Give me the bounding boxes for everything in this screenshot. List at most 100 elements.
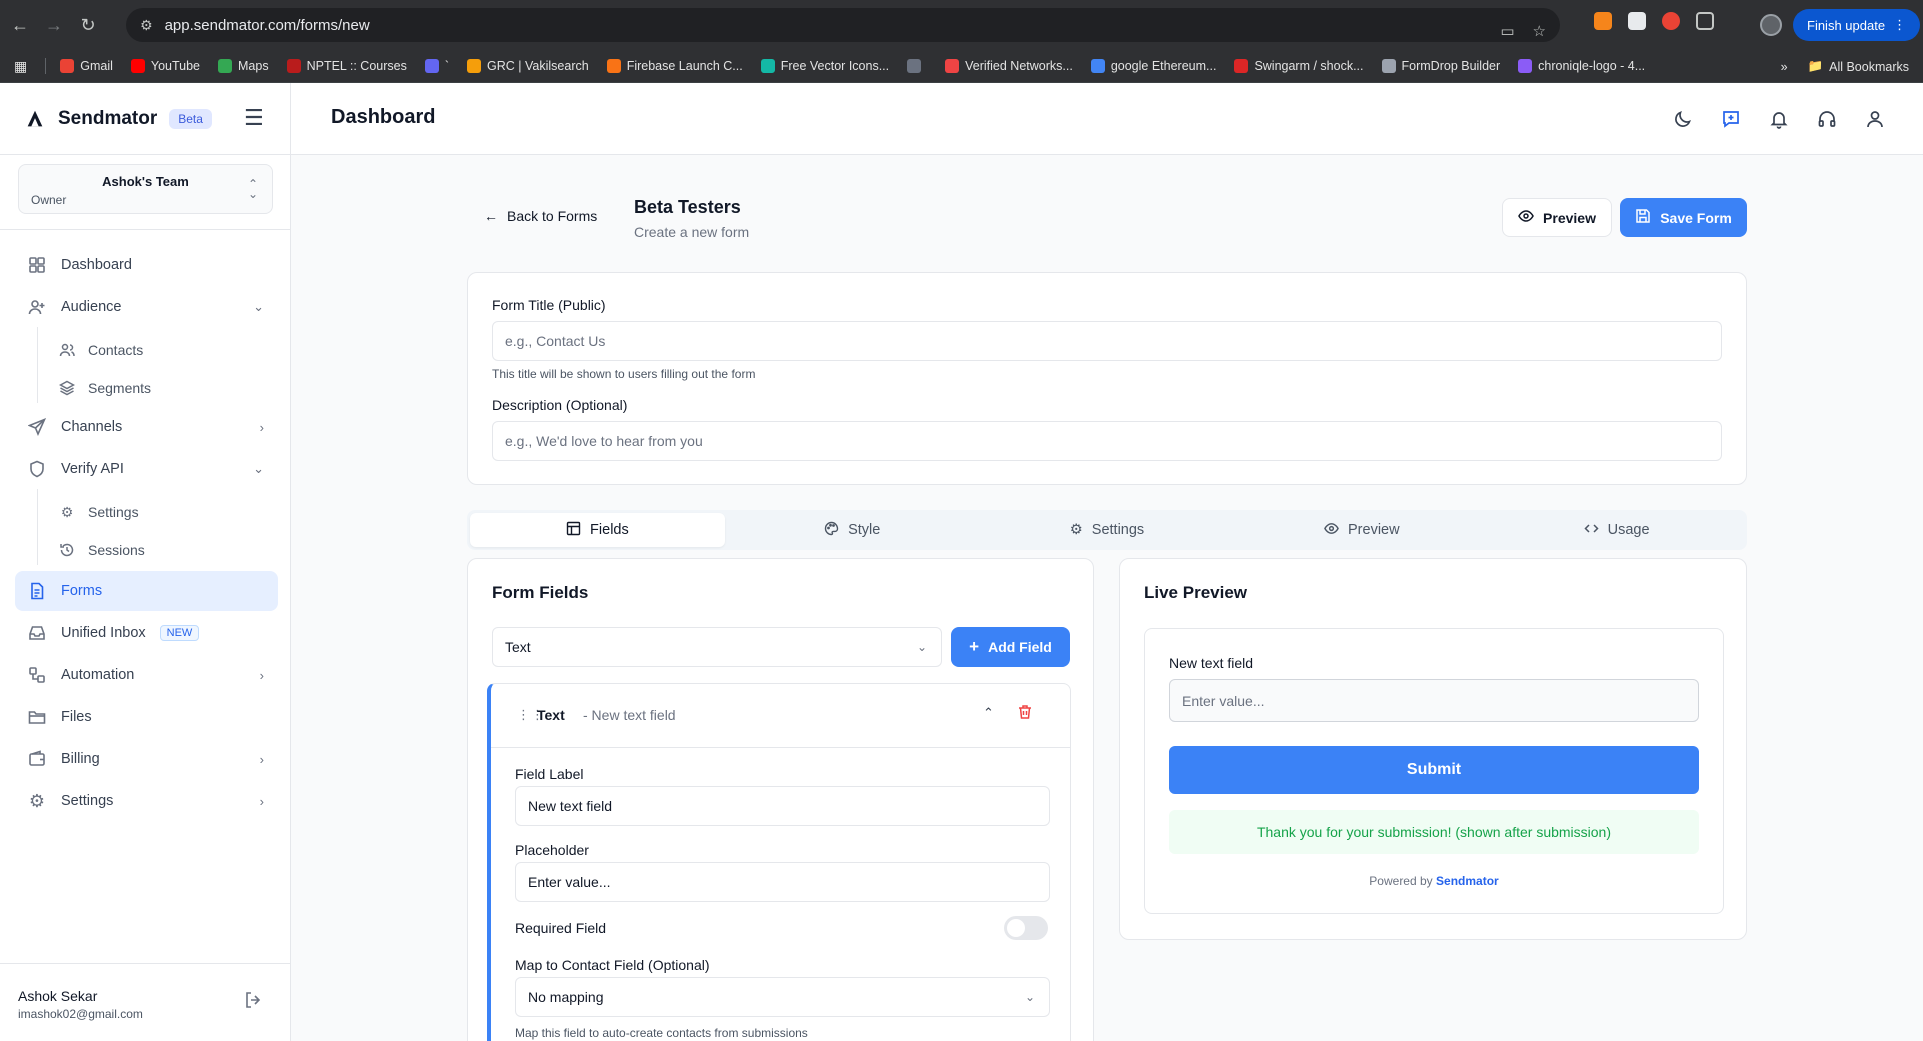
bookmark-item[interactable]: Verified Networks... [945,59,1073,73]
bookmark-favicon-icon [907,59,922,73]
install-app-icon[interactable]: ▭ [1500,22,1514,40]
bookmark-item[interactable]: google Ethereum... [1090,59,1216,73]
bookmark-item[interactable]: Free Vector Icons... [760,59,889,73]
bookmark-list: Gmail YouTube Maps NPTEL :: Courses ` GRC | V… [60,59,1663,73]
bookmark-item[interactable]: FormDrop Builder [1381,59,1500,73]
bookmark-favicon-icon [945,59,960,73]
puzzle-extensions-icon[interactable] [1696,12,1714,30]
team-name: Ashok's Team [102,174,189,189]
site-settings-icon[interactable]: ⚙ [140,17,153,34]
bell-icon[interactable] [1767,107,1791,131]
back-arrow-icon[interactable]: ← [6,11,34,39]
sidebar-item-api-settings[interactable]: ⚙ Settings [46,497,276,527]
sidebar-item-automation[interactable]: Automation › [15,657,278,693]
sidebar-item-label: Channels [61,419,123,435]
plus-icon: + [969,637,980,656]
tab-usage[interactable]: Usage [1489,513,1744,547]
form-fields-card: Form Fields Text ⌄ + Add Field ⋮⋮ Text -… [467,558,1094,1041]
profile-avatar[interactable] [1760,14,1782,36]
field-name-label: - New text field [583,707,676,723]
preview-field-input[interactable] [1169,679,1699,722]
tab-style[interactable]: Style [725,513,980,547]
logout-icon[interactable] [244,991,262,1012]
tab-preview[interactable]: Preview [1234,513,1489,547]
sidebar-item-dashboard[interactable]: Dashboard [15,247,278,283]
bookmark-item[interactable]: Swingarm / shock... [1234,59,1364,73]
send-icon [27,417,47,437]
headphones-icon[interactable] [1815,107,1839,131]
sidebar-item-segments[interactable]: Segments [46,373,276,403]
preview-button[interactable]: Preview [1502,198,1612,237]
tab-fields[interactable]: Fields [470,513,725,547]
sidebar-item-unified-inbox[interactable]: Unified Inbox NEW [15,615,278,651]
required-toggle[interactable] [1004,916,1048,940]
vue-extension-icon[interactable] [1628,12,1646,30]
apps-grid-icon[interactable]: ▦ [14,58,27,75]
all-bookmarks-folder[interactable]: 📁 All Bookmarks [1808,59,1909,74]
bookmark-item[interactable]: Maps [218,59,269,73]
url-input[interactable] [164,16,1065,34]
bookmark-favicon-icon [606,59,621,73]
submit-button[interactable]: Submit [1169,746,1699,794]
field-label-input[interactable] [515,786,1050,826]
finish-update-button[interactable]: Finish update ⋮ [1793,9,1921,41]
field-editor-header[interactable]: ⋮⋮ Text - New text field ⌃ [491,684,1070,748]
bookmark-divider [45,58,47,74]
sidebar-item-settings[interactable]: ⚙ Settings › [15,783,278,819]
users-icon [58,341,76,359]
field-type-select[interactable]: Text ⌄ [492,627,942,667]
metamask-extension-icon[interactable] [1594,12,1612,30]
feedback-icon[interactable] [1719,107,1743,131]
sidebar-item-verify-api[interactable]: Verify API ⌄ [15,451,278,487]
chevron-down-icon: ⌄ [253,299,264,314]
code-icon [1584,521,1599,540]
chevron-up-icon[interactable]: ⌃ [983,705,994,721]
sidebar-item-audience[interactable]: Audience ⌄ [15,289,278,325]
forward-arrow-icon[interactable]: → [40,11,68,39]
record-extension-icon[interactable] [1662,12,1680,30]
bookmark-star-icon[interactable]: ☆ [1533,22,1546,40]
bookmark-label: Swingarm / shock... [1254,59,1364,73]
bookmark-item[interactable]: chroniqle-logo - 4... [1518,59,1645,73]
tab-settings[interactable]: ⚙ Settings [980,513,1235,547]
bookmark-item[interactable] [907,59,927,73]
bookmark-favicon-icon [218,59,233,73]
powered-by-brand-link[interactable]: Sendmator [1436,874,1499,888]
reload-icon[interactable]: ↻ [74,11,102,39]
sidebar-item-billing[interactable]: Billing › [15,741,278,777]
team-switcher[interactable]: Ashok's Team Owner ⌃ ⌄ [18,164,273,214]
bookmark-item[interactable]: ` [424,59,449,73]
placeholder-input[interactable] [515,862,1050,902]
sidebar-item-sessions[interactable]: Sessions [46,535,276,565]
sidebar-item-channels[interactable]: Channels › [15,409,278,445]
more-bookmarks-icon[interactable]: » [1781,60,1788,74]
live-preview-title: Live Preview [1144,583,1248,602]
sidebar-item-files[interactable]: Files [15,699,278,735]
bookmark-item[interactable]: GRC | Vakilsearch [467,59,589,73]
menu-hamburger-icon[interactable]: ☰ [244,105,264,131]
trash-icon[interactable] [1017,704,1033,723]
map-contact-select[interactable]: No mapping ⌄ [515,977,1050,1017]
user-email: imashok02@gmail.com [18,1007,143,1021]
back-to-forms-link[interactable]: ← Back to Forms [484,208,597,224]
add-field-button[interactable]: + Add Field [951,627,1070,667]
form-title-input[interactable] [492,321,1722,361]
bookmark-item[interactable]: YouTube [130,59,200,73]
sidebar-item-contacts[interactable]: Contacts [46,335,276,365]
add-field-label: Add Field [988,639,1052,655]
save-form-button[interactable]: Save Form [1620,198,1747,237]
bookmark-item[interactable]: NPTEL :: Courses [286,59,407,73]
chevron-right-icon: › [259,793,264,809]
moon-icon[interactable] [1671,107,1695,131]
brand[interactable]: Sendmator Beta [24,103,212,135]
address-bar[interactable]: ⚙ ▭ ☆ [126,8,1560,42]
required-field-label: Required Field [515,920,607,936]
success-message: Thank you for your submission! (shown af… [1169,810,1699,854]
sidebar-item-forms[interactable]: Forms [15,571,278,611]
bookmark-favicon-icon [1234,59,1249,73]
folder-icon: 📁 [1807,59,1824,73]
user-icon[interactable] [1863,107,1887,131]
description-input[interactable] [492,421,1722,461]
bookmark-item[interactable]: Gmail [60,59,113,73]
bookmark-item[interactable]: Firebase Launch C... [606,59,743,73]
